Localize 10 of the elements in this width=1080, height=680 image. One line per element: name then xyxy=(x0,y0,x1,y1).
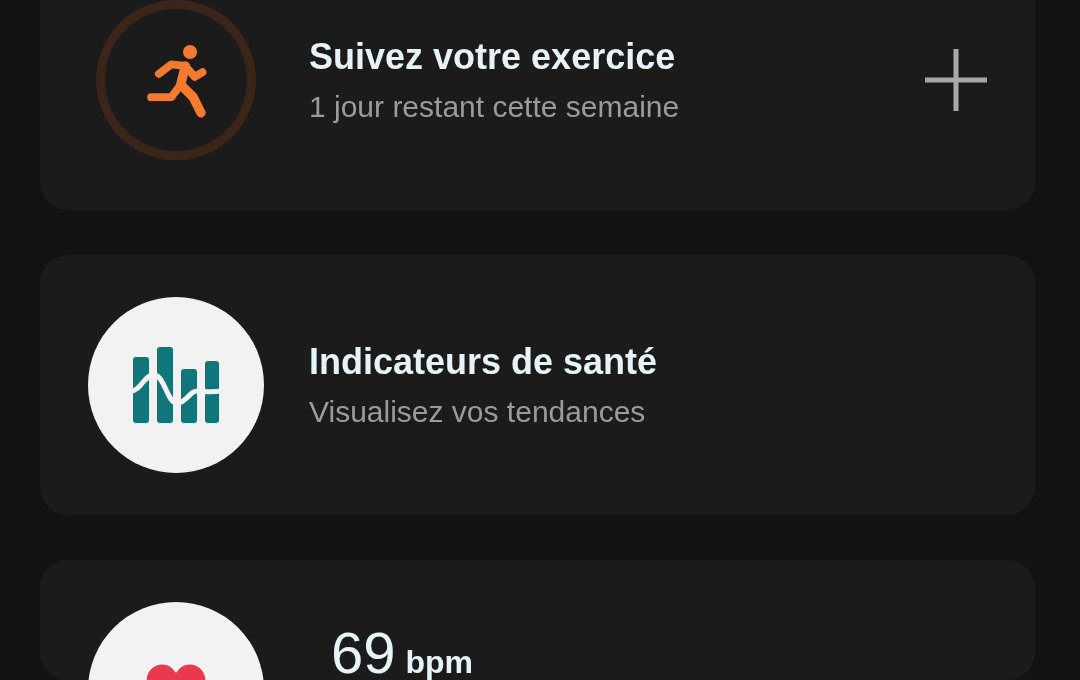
card-subtitle: 1 jour restant cette semaine xyxy=(309,88,681,125)
card-title: Indicateurs de santé xyxy=(309,340,659,384)
running-person-icon xyxy=(96,0,256,160)
card[interactable]: Suivez votre exercice 1 jour restant cette semaine xyxy=(40,0,1035,210)
heart-rate-value: 69 xyxy=(331,624,396,680)
card[interactable]: Indicateurs de santé Visualisez vos tendances xyxy=(40,255,1035,515)
card[interactable]: 69 bpm xyxy=(40,560,1035,680)
heart-rate-unit: bpm xyxy=(405,646,474,678)
card-subtitle: Visualisez vos tendances xyxy=(309,393,647,430)
card-title: Suivez votre exercice xyxy=(309,35,677,79)
